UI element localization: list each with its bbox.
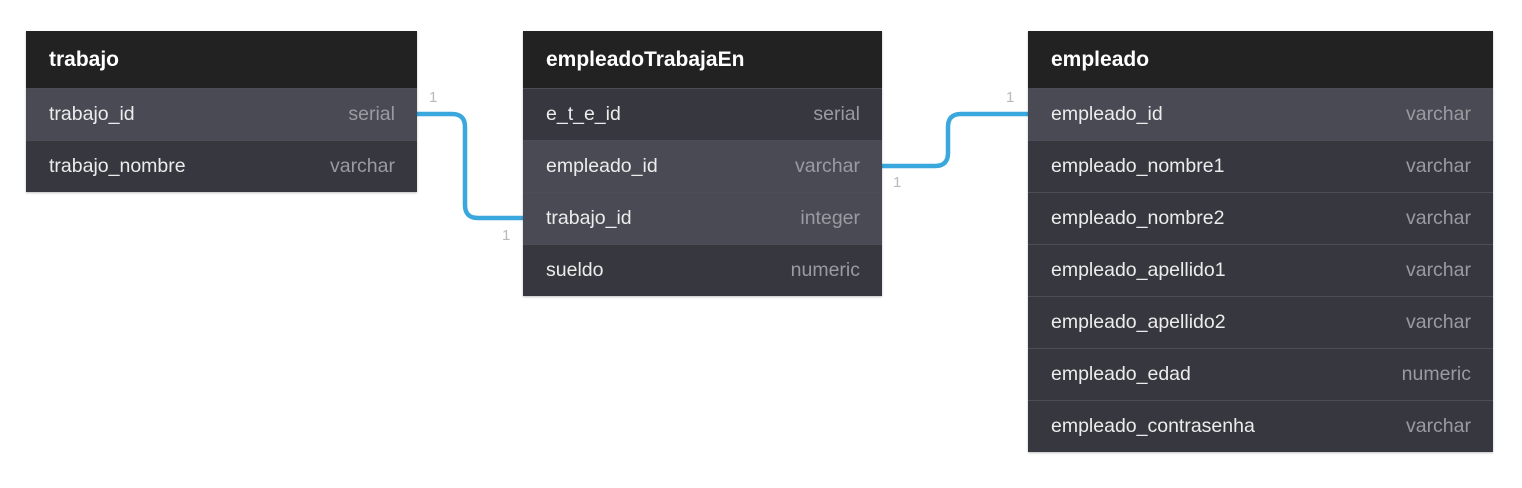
field-type: varchar [1405, 311, 1471, 333]
table-field-row[interactable]: empleado_id varchar [523, 140, 882, 192]
field-type: varchar [1405, 155, 1471, 177]
table-field-row[interactable]: sueldo numeric [523, 244, 882, 296]
field-name: empleado_nombre1 [1051, 155, 1225, 177]
table-field-row[interactable]: empleado_apellido1 varchar [1028, 244, 1493, 296]
connector-empleadotrabajaen-to-empleado[interactable] [882, 111, 1028, 169]
field-type: serial [813, 103, 860, 125]
table-empleadotrabajaen[interactable]: empleadoTrabajaEn e_t_e_id serial emplea… [523, 31, 882, 296]
table-field-row[interactable]: empleado_nombre2 varchar [1028, 192, 1493, 244]
field-name: empleado_contrasenha [1051, 415, 1255, 437]
field-name: trabajo_id [546, 207, 632, 229]
table-title[interactable]: empleadoTrabajaEn [523, 31, 882, 88]
table-field-row[interactable]: empleado_edad numeric [1028, 348, 1493, 400]
field-type: varchar [794, 155, 860, 177]
table-field-row[interactable]: empleado_contrasenha varchar [1028, 400, 1493, 452]
field-name: trabajo_id [49, 103, 135, 125]
field-name: empleado_apellido1 [1051, 259, 1226, 281]
table-field-row[interactable]: e_t_e_id serial [523, 88, 882, 140]
table-trabajo[interactable]: trabajo trabajo_id serial trabajo_nombre… [26, 31, 417, 192]
cardinality-label: 1 [893, 174, 902, 191]
table-field-row[interactable]: empleado_id varchar [1028, 88, 1493, 140]
cardinality-label: 1 [1006, 89, 1015, 106]
field-type: varchar [1405, 259, 1471, 281]
table-field-row[interactable]: trabajo_nombre varchar [26, 140, 417, 192]
table-title[interactable]: empleado [1028, 31, 1493, 88]
field-type: varchar [1405, 415, 1471, 437]
field-type: integer [800, 207, 860, 229]
field-name: trabajo_nombre [49, 155, 186, 177]
field-name: e_t_e_id [546, 103, 621, 125]
field-type: serial [348, 103, 395, 125]
field-name: empleado_id [546, 155, 658, 177]
field-type: varchar [1405, 103, 1471, 125]
field-type: numeric [1401, 363, 1471, 385]
table-field-row[interactable]: empleado_apellido2 varchar [1028, 296, 1493, 348]
field-type: varchar [1405, 207, 1471, 229]
cardinality-label: 1 [502, 227, 511, 244]
field-type: numeric [790, 259, 860, 281]
table-field-row[interactable]: trabajo_id integer [523, 192, 882, 244]
table-title[interactable]: trabajo [26, 31, 417, 88]
table-field-row[interactable]: empleado_nombre1 varchar [1028, 140, 1493, 192]
cardinality-label: 1 [429, 89, 438, 106]
field-name: empleado_apellido2 [1051, 311, 1226, 333]
field-type: varchar [329, 155, 395, 177]
field-name: sueldo [546, 259, 604, 281]
field-name: empleado_edad [1051, 363, 1191, 385]
table-empleado[interactable]: empleado empleado_id varchar empleado_no… [1028, 31, 1493, 452]
field-name: empleado_id [1051, 103, 1163, 125]
field-name: empleado_nombre2 [1051, 207, 1225, 229]
connector-trabajo-to-empleadotrabajaen[interactable] [417, 111, 523, 221]
table-field-row[interactable]: trabajo_id serial [26, 88, 417, 140]
